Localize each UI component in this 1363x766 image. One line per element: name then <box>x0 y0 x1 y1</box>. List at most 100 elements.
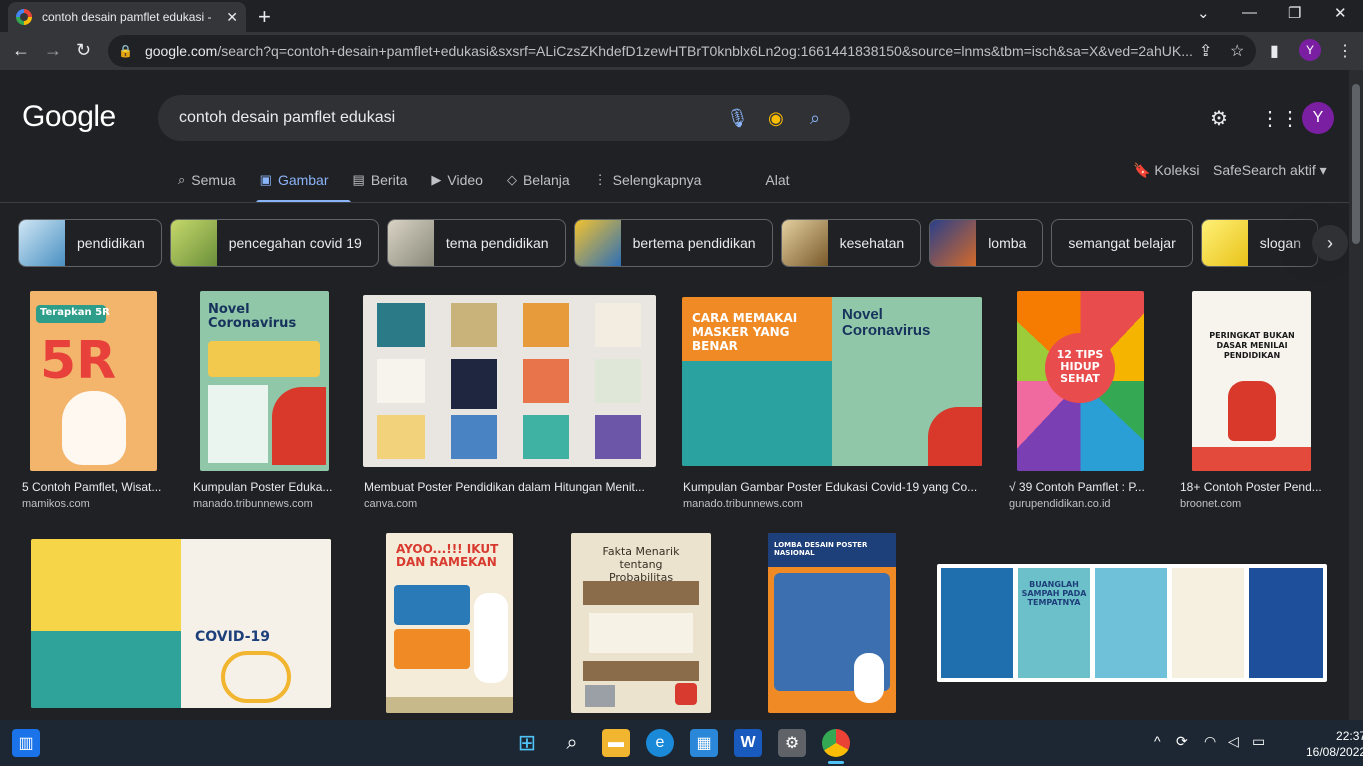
tab-berita[interactable]: ▤ Berita <box>353 170 408 190</box>
poster-title: AYOO...!!! IKUT DAN RAMEKAN <box>396 542 499 569</box>
poster-panel <box>682 361 832 466</box>
wifi-icon[interactable]: ◠ <box>1204 733 1216 750</box>
poster-title: 12 TIPS HIDUP SEHAT <box>1056 348 1104 385</box>
search-tabs: ⌕ Semua ▣ Gambar ▤ Berita ▶ Video ◇ Belanja ⋮… <box>178 170 814 202</box>
battery-icon[interactable]: ▭ <box>1252 733 1265 750</box>
tab-title: contoh desain pamflet edukasi - <box>42 10 212 24</box>
browser-menu-icon[interactable]: ⋮ <box>1337 41 1353 61</box>
settings-gear-icon[interactable]: ⚙ <box>778 729 806 757</box>
chip-bertema-pendidikan[interactable]: bertema pendidikan <box>573 219 773 267</box>
result-source[interactable]: canva.com <box>364 498 417 510</box>
result-thumbnail[interactable]: Terapkan 5R 5R <box>30 291 157 471</box>
chip-pencegahan-covid-19[interactable]: pencegahan covid 19 <box>169 219 379 267</box>
result-source[interactable]: gurupendidikan.co.id <box>1009 498 1111 510</box>
poster-thumb <box>451 415 497 459</box>
collections-link[interactable]: 🔖 Koleksi <box>1133 162 1199 179</box>
poster-thumb <box>523 415 569 459</box>
address-bar: ← → ↻ 🔒 google.com/search?q=contoh+desai… <box>0 32 1363 70</box>
result-thumbnail[interactable] <box>363 295 656 467</box>
reload-icon[interactable]: ↻ <box>76 40 91 61</box>
result-caption[interactable]: 5 Contoh Pamflet, Wisat... <box>22 480 164 494</box>
chrome-icon[interactable] <box>822 729 850 757</box>
result-thumbnail[interactable]: 12 TIPS HIDUP SEHAT <box>1017 291 1144 471</box>
search-icon[interactable]: ⌕ <box>810 108 820 129</box>
side-panel-icon[interactable]: ▮ <box>1270 41 1279 61</box>
bookmark-star-icon[interactable]: ☆ <box>1230 41 1244 61</box>
result-thumbnail[interactable]: Novel Coronavirus <box>200 291 329 471</box>
poster-thumb <box>377 303 425 347</box>
tab-search-icon[interactable]: ⌄ <box>1197 4 1210 22</box>
chip-pendidikan[interactable]: pendidikan <box>18 219 162 267</box>
scrollbar-thumb[interactable] <box>1352 84 1360 244</box>
chevron-up-icon[interactable]: ^ <box>1154 733 1161 749</box>
search-icon[interactable]: ⌕ <box>558 729 586 757</box>
browser-profile-avatar[interactable]: Y <box>1299 39 1321 61</box>
result-source[interactable]: manado.tribunnews.com <box>193 498 313 510</box>
back-icon[interactable]: ← <box>12 40 30 61</box>
result-thumbnail[interactable]: BUANGLAH SAMPAH PADA TEMPATNYA <box>937 564 1327 682</box>
tab-semua[interactable]: ⌕ Semua <box>178 170 236 190</box>
restore-icon[interactable]: ❐ <box>1288 4 1301 22</box>
poster-title: CARA MEMAKAI MASKER YANG BENAR <box>692 311 798 353</box>
poster-path <box>221 651 291 703</box>
tab-selengkapnya[interactable]: ⋮ Selengkapnya <box>594 170 702 190</box>
tools-button[interactable]: Alat <box>765 170 789 190</box>
result-caption[interactable]: √ 39 Contoh Pamflet : P... <box>1009 480 1151 494</box>
chip-tema-pendidikan[interactable]: tema pendidikan <box>386 219 566 267</box>
result-source[interactable]: mamikos.com <box>22 498 90 510</box>
search-input[interactable]: contoh desain pamflet edukasi 🎙 ◉ ⌕ <box>158 95 850 141</box>
tab-belanja[interactable]: ◇ Belanja <box>507 170 570 190</box>
update-icon[interactable]: ⟳ <box>1176 733 1188 750</box>
chip-kesehatan[interactable]: kesehatan <box>780 219 922 267</box>
account-avatar[interactable]: Y <box>1302 102 1334 134</box>
new-tab-icon[interactable]: + <box>258 4 271 30</box>
chip-lomba[interactable]: lomba <box>929 219 1044 267</box>
tab-video[interactable]: ▶ Video <box>431 170 483 190</box>
settings-gear-icon[interactable]: ⚙ <box>1210 106 1228 131</box>
result-thumbnail[interactable]: LOMBA DESAIN POSTER NASIONAL <box>768 533 896 713</box>
camera-lens-icon[interactable]: ◉ <box>768 108 784 129</box>
chip-thumbnail <box>19 220 65 266</box>
page-scrollbar[interactable] <box>1349 70 1363 720</box>
share-icon[interactable]: ⇪ <box>1199 41 1212 61</box>
browser-tab[interactable]: contoh desain pamflet edukasi - ✕ <box>8 2 246 32</box>
result-thumbnail[interactable]: PERINGKAT BUKAN DASAR MENILAI PENDIDIKAN <box>1192 291 1311 471</box>
result-thumbnail[interactable]: COVID-19 <box>31 539 331 708</box>
google-logo[interactable]: Google <box>22 100 116 134</box>
lock-icon[interactable]: 🔒 <box>118 44 133 58</box>
microphone-icon[interactable]: 🎙 <box>726 108 749 129</box>
result-caption[interactable]: Kumpulan Gambar Poster Edukasi Covid-19 … <box>683 480 980 494</box>
chip-slogan[interactable]: slogan <box>1200 219 1318 267</box>
poster-thumb <box>377 415 425 459</box>
poster-thumb <box>1172 568 1244 678</box>
result-thumbnail[interactable]: Fakta Menarik tentang Probabilitas <box>571 533 711 713</box>
task-view-icon[interactable]: ▥ <box>12 729 40 757</box>
close-tab-icon[interactable]: ✕ <box>226 9 238 26</box>
word-icon[interactable]: W <box>734 729 762 757</box>
minimize-icon[interactable]: — <box>1242 4 1257 21</box>
chip-semangat-belajar[interactable]: semangat belajar <box>1051 219 1193 267</box>
result-caption[interactable]: Kumpulan Poster Eduka... <box>193 480 335 494</box>
volume-icon[interactable]: ◁ <box>1228 733 1239 750</box>
tab-gambar[interactable]: ▣ Gambar <box>260 170 329 190</box>
result-source[interactable]: manado.tribunnews.com <box>683 498 803 510</box>
result-thumbnail[interactable]: CARA MEMAKAI MASKER YANG BENAR Novel Coro… <box>682 297 982 466</box>
result-caption[interactable]: Membuat Poster Pendidikan dalam Hitungan… <box>364 480 656 494</box>
result-source[interactable]: broonet.com <box>1180 498 1241 510</box>
edge-browser-icon[interactable]: e <box>646 729 674 757</box>
result-thumbnail[interactable]: AYOO...!!! IKUT DAN RAMEKAN <box>386 533 513 713</box>
forward-icon[interactable]: → <box>44 40 62 61</box>
system-clock[interactable]: 22:37 16/08/2022 <box>1306 728 1363 760</box>
safesearch-dropdown[interactable]: SafeSearch aktif ▾ <box>1213 162 1327 179</box>
windows-start-icon[interactable]: ⊞ <box>513 729 541 757</box>
chevron-right-icon[interactable]: › <box>1312 225 1348 261</box>
file-explorer-icon[interactable]: ▬ <box>602 729 630 757</box>
url-field[interactable]: 🔒 google.com/search?q=contoh+desain+pamf… <box>108 35 1256 67</box>
poster-title: COVID-19 <box>195 629 271 645</box>
store-icon[interactable]: ▦ <box>690 729 718 757</box>
poster-thumb <box>377 359 425 403</box>
collections-label: Koleksi <box>1154 162 1200 178</box>
close-window-icon[interactable]: ✕ <box>1334 4 1347 22</box>
result-caption[interactable]: 18+ Contoh Poster Pend... <box>1180 480 1322 494</box>
apps-grid-icon[interactable]: ⋮⋮ <box>1260 106 1300 131</box>
